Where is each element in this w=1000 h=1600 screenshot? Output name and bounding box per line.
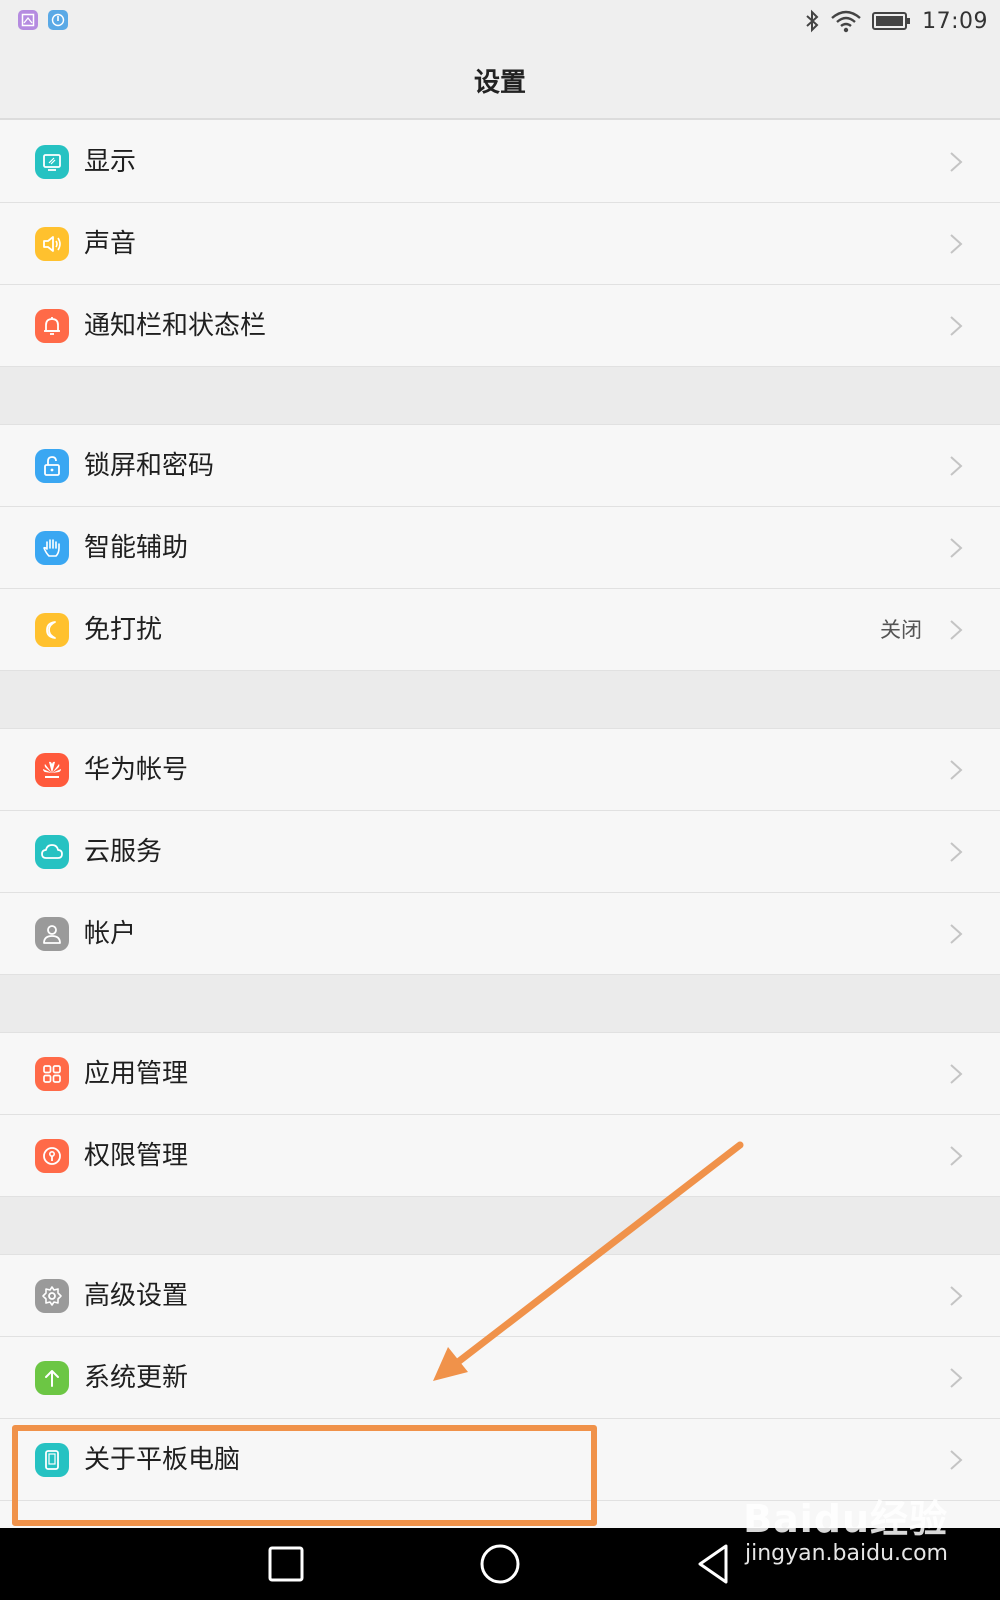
page-title: 设置 <box>473 67 526 98</box>
settings-item-advanced[interactable]: 高级设置 <box>0 1255 1000 1337</box>
title-bar: 设置 <box>0 42 1000 120</box>
status-bar: 17:09 <box>0 0 1000 42</box>
section-divider <box>0 671 1000 729</box>
settings-item-huawei-account[interactable]: 华为帐号 <box>0 729 1000 811</box>
back-button[interactable] <box>690 1540 738 1588</box>
settings-item-label: 智能辅助 <box>84 533 189 563</box>
settings-item-permissions[interactable]: 权限管理 <box>0 1115 1000 1197</box>
settings-item-label: 显示 <box>84 147 137 177</box>
chevron-right-icon <box>950 1146 963 1166</box>
settings-item-accounts[interactable]: 帐户 <box>0 893 1000 975</box>
section-divider <box>0 367 1000 425</box>
unlock-icon <box>35 449 69 483</box>
compass-notification-icon <box>48 10 68 30</box>
settings-item-do-not-disturb[interactable]: 免打扰 关闭 <box>0 589 1000 671</box>
settings-item-label: 高级设置 <box>84 1281 189 1311</box>
settings-item-label: 免打扰 <box>84 615 163 645</box>
settings-item-app-management[interactable]: 应用管理 <box>0 1033 1000 1115</box>
settings-item-label: 华为帐号 <box>84 755 189 785</box>
chevron-right-icon <box>950 1368 963 1388</box>
settings-item-label: 锁屏和密码 <box>84 451 215 481</box>
chevron-right-icon <box>950 538 963 558</box>
notification-icons <box>18 10 68 30</box>
chevron-right-icon <box>950 760 963 780</box>
chevron-right-icon <box>950 1450 963 1470</box>
chevron-right-icon <box>950 1286 963 1306</box>
battery-icon <box>872 12 911 30</box>
huawei-logo-icon <box>35 753 69 787</box>
status-right: 17:09 <box>804 6 988 36</box>
settings-item-label: 权限管理 <box>84 1141 189 1171</box>
tablet-icon <box>35 1443 69 1477</box>
arrow-up-icon <box>35 1361 69 1395</box>
settings-item-notifications[interactable]: 通知栏和状态栏 <box>0 285 1000 367</box>
section-divider <box>0 1197 1000 1255</box>
chevron-right-icon <box>950 620 963 640</box>
settings-item-label: 通知栏和状态栏 <box>84 311 267 341</box>
wifi-icon <box>831 10 861 33</box>
settings-item-label: 声音 <box>84 229 137 259</box>
settings-item-label: 应用管理 <box>84 1059 189 1089</box>
settings-item-label: 系统更新 <box>84 1363 189 1393</box>
settings-item-label: 关于平板电脑 <box>84 1445 241 1475</box>
settings-item-system-update[interactable]: 系统更新 <box>0 1337 1000 1419</box>
settings-item-about-tablet[interactable]: 关于平板电脑 <box>0 1419 1000 1501</box>
chevron-right-icon <box>950 1064 963 1084</box>
chevron-right-icon <box>950 842 963 862</box>
moon-icon <box>35 613 69 647</box>
gear-icon <box>35 1279 69 1313</box>
setting-value: 关闭 <box>880 618 922 642</box>
recent-apps-button[interactable] <box>262 1540 310 1588</box>
bluetooth-icon <box>806 9 819 33</box>
settings-item-label: 帐户 <box>84 919 137 949</box>
settings-list: 显示 声音 通知栏和状态栏 锁屏和密码 智能辅助 免打扰 关闭 华为帐号 云服务… <box>0 121 1000 1501</box>
chevron-right-icon <box>950 234 963 254</box>
hand-icon <box>35 531 69 565</box>
gallery-notification-icon <box>18 10 38 30</box>
settings-item-sound[interactable]: 声音 <box>0 203 1000 285</box>
home-button[interactable] <box>476 1540 524 1588</box>
chevron-right-icon <box>950 316 963 336</box>
settings-item-display[interactable]: 显示 <box>0 121 1000 203</box>
settings-item-cloud[interactable]: 云服务 <box>0 811 1000 893</box>
settings-screen: 17:09 设置 显示 声音 通知栏和状态栏 锁屏和密码 智能辅助 免打扰 关闭… <box>0 0 1000 1600</box>
chevron-right-icon <box>950 152 963 172</box>
chevron-right-icon <box>950 924 963 944</box>
chevron-right-icon <box>950 456 963 476</box>
bell-icon <box>35 309 69 343</box>
settings-item-lockscreen[interactable]: 锁屏和密码 <box>0 425 1000 507</box>
user-icon <box>35 917 69 951</box>
section-divider <box>0 975 1000 1033</box>
navigation-bar <box>0 1528 1000 1600</box>
keyhole-icon <box>35 1139 69 1173</box>
cloud-icon <box>35 835 69 869</box>
clock: 17:09 <box>922 8 988 34</box>
settings-item-smart-assist[interactable]: 智能辅助 <box>0 507 1000 589</box>
speaker-icon <box>35 227 69 261</box>
settings-item-label: 云服务 <box>84 837 163 867</box>
display-icon <box>35 145 69 179</box>
apps-grid-icon <box>35 1057 69 1091</box>
